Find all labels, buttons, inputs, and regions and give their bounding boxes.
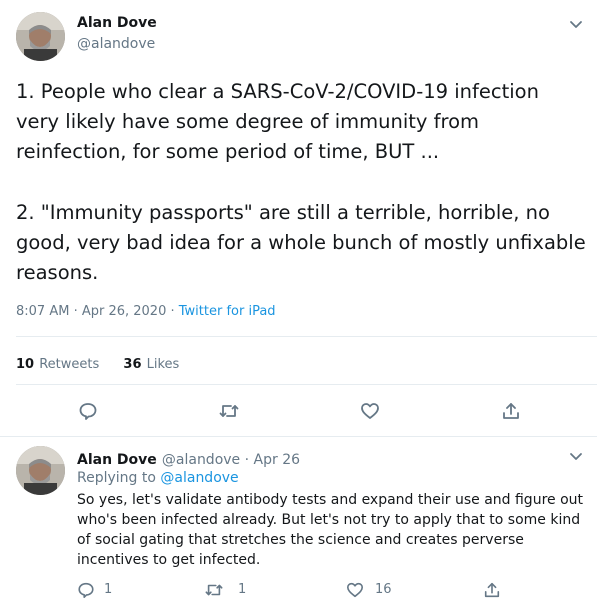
tweet-meta: 8:07 AM · Apr 26, 2020 · Twitter for iPa… <box>16 304 276 319</box>
author-handle[interactable]: @alandove <box>77 36 155 52</box>
author-avatar[interactable] <box>16 12 65 61</box>
share-icon[interactable] <box>481 580 503 600</box>
avatar-photo <box>16 446 65 495</box>
tweet-text-paragraph-1: 1. People who clear a SARS-CoV-2/COVID-1… <box>16 80 539 163</box>
reply-author-name[interactable]: Alan Dove <box>77 452 157 468</box>
retweet-icon[interactable] <box>203 580 225 600</box>
likes-label: Likes <box>146 357 180 372</box>
heart-icon[interactable] <box>344 580 366 600</box>
reply-author-handle[interactable]: @alandove <box>162 452 240 468</box>
likes-stat[interactable]: 36 Likes <box>123 353 179 372</box>
reply-count: 1 <box>104 582 113 597</box>
replying-to-link[interactable]: @alandove <box>160 470 238 486</box>
tweet-timestamp[interactable]: 8:07 AM · Apr 26, 2020 <box>16 304 166 319</box>
share-icon[interactable] <box>498 398 524 424</box>
retweet-count: 1 <box>238 582 247 597</box>
retweet-icon[interactable] <box>216 398 242 424</box>
reply-header: Alan Dove @alandove · Apr 26 <box>77 449 300 468</box>
retweets-count: 10 <box>16 357 35 372</box>
reply-icon[interactable] <box>75 580 97 600</box>
likes-count: 36 <box>123 357 142 372</box>
reply-author-avatar[interactable] <box>16 446 65 495</box>
divider <box>16 336 597 337</box>
chevron-down-icon[interactable] <box>566 446 586 466</box>
retweets-stat[interactable]: 10 Retweets <box>16 353 104 372</box>
avatar-photo <box>16 12 65 61</box>
reply-text: So yes, let's validate antibody tests an… <box>77 492 584 568</box>
tweet-stats: 10 Retweets 36 Likes <box>16 353 179 372</box>
replying-to-prefix: Replying to <box>77 470 161 486</box>
divider <box>0 436 597 437</box>
tweet-text-paragraph-2: 2. "Immunity passports" are still a terr… <box>16 201 586 284</box>
divider <box>16 384 597 385</box>
like-count: 16 <box>375 582 392 597</box>
tweet-source-link[interactable]: Twitter for iPad <box>179 304 276 319</box>
reply-icon[interactable] <box>75 398 101 424</box>
reply-date[interactable]: · Apr 26 <box>240 452 300 468</box>
meta-separator: · <box>166 304 179 319</box>
heart-icon[interactable] <box>357 398 383 424</box>
chevron-down-icon[interactable] <box>566 14 586 34</box>
retweets-label: Retweets <box>39 357 100 372</box>
author-name[interactable]: Alan Dove <box>77 15 157 31</box>
replying-to: Replying to @alandove <box>77 470 239 486</box>
